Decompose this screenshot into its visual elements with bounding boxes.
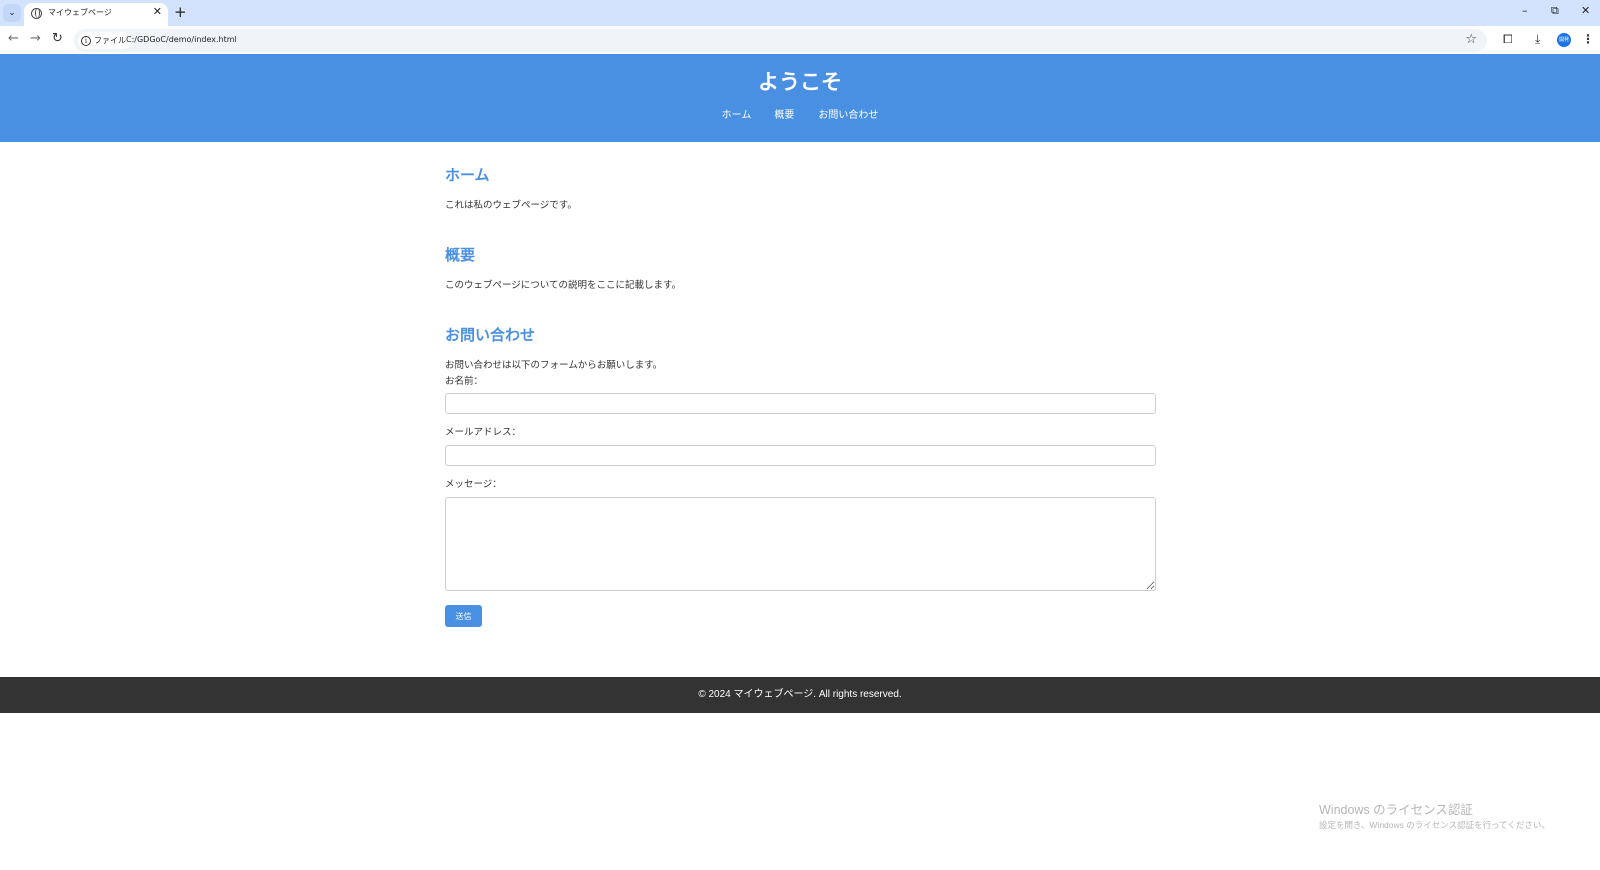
nav-link-home[interactable]: ホーム — [722, 106, 752, 121]
contact-heading: お問い合わせ — [445, 326, 536, 344]
star-icon[interactable]: ☆ — [1465, 32, 1477, 47]
about-heading: 概要 — [445, 246, 476, 264]
puzzle-icon[interactable]: ⧠ — [1503, 32, 1513, 47]
arrow-left-icon[interactable]: ← — [8, 31, 19, 46]
restore-icon[interactable]: ⧉ — [1551, 4, 1559, 18]
home-heading: ホーム — [445, 166, 490, 184]
kebab-menu-icon[interactable]: ⋮ — [1582, 32, 1594, 46]
watermark-title: Windows のライセンス認証 — [1319, 803, 1473, 817]
tab-close-icon[interactable]: ✕ — [153, 5, 162, 18]
site-chip-label: ファイル — [94, 36, 126, 45]
tab-strip: ⌄ マイウェブページ ✕ + – ⧉ ✕ — [0, 0, 1600, 26]
email-field[interactable] — [445, 445, 1156, 466]
activation-watermark: Windows のライセンス認証 設定を開き、Windows のライセンス認証を… — [1319, 799, 1550, 831]
reload-icon[interactable]: ↻ — [52, 31, 63, 46]
active-tab[interactable]: マイウェブページ ✕ — [24, 3, 168, 26]
url-text[interactable]: C:/GDGoC/demo/index.html — [126, 35, 237, 44]
about-text: このウェブページについての説明をここに記載します。 — [445, 280, 682, 291]
address-bar[interactable]: i ファイル C:/GDGoC/demo/index.html ☆ — [74, 29, 1487, 52]
browser-toolbar: ← → ↻ i ファイル C:/GDGoC/demo/index.html ☆ … — [0, 26, 1600, 54]
message-label: メッセージ： — [445, 479, 502, 490]
download-icon[interactable]: ⤓ — [1535, 32, 1540, 47]
site-title: ようこそ — [758, 70, 842, 94]
submit-button[interactable]: 送信 — [445, 605, 482, 627]
tab-title: マイウェブページ — [48, 8, 112, 17]
minimize-icon[interactable]: – — [1522, 4, 1528, 17]
arrow-right-icon[interactable]: → — [30, 31, 41, 46]
site-header: ようこそ ホーム 概要 お問い合わせ — [0, 54, 1600, 142]
nav-link-contact[interactable]: お問い合わせ — [818, 106, 878, 121]
close-window-icon[interactable]: ✕ — [1581, 4, 1590, 17]
site-nav: ホーム 概要 お問い合わせ — [0, 106, 1600, 121]
message-field[interactable] — [445, 497, 1156, 591]
avatar[interactable]: 開発 — [1557, 33, 1571, 47]
email-label: メールアドレス： — [445, 427, 522, 438]
site-footer: © 2024 マイウェブページ. All rights reserved. — [0, 677, 1600, 713]
name-field[interactable] — [445, 393, 1156, 414]
footer-text: © 2024 マイウェブページ. All rights reserved. — [698, 689, 902, 700]
new-tab-button[interactable]: + — [174, 3, 187, 21]
site-info-chip[interactable]: i ファイル — [78, 32, 132, 49]
globe-icon — [31, 8, 42, 19]
home-text: これは私のウェブページです。 — [445, 200, 577, 211]
nav-link-about[interactable]: 概要 — [774, 106, 794, 121]
name-label: お名前： — [445, 376, 484, 387]
chevron-down-icon[interactable]: ⌄ — [3, 4, 21, 22]
watermark-subtitle: 設定を開き、Windows のライセンス認証を行ってください。 — [1319, 820, 1550, 830]
contact-intro: お問い合わせは以下のフォームからお願いします。 — [445, 360, 663, 371]
info-icon: i — [81, 35, 91, 46]
